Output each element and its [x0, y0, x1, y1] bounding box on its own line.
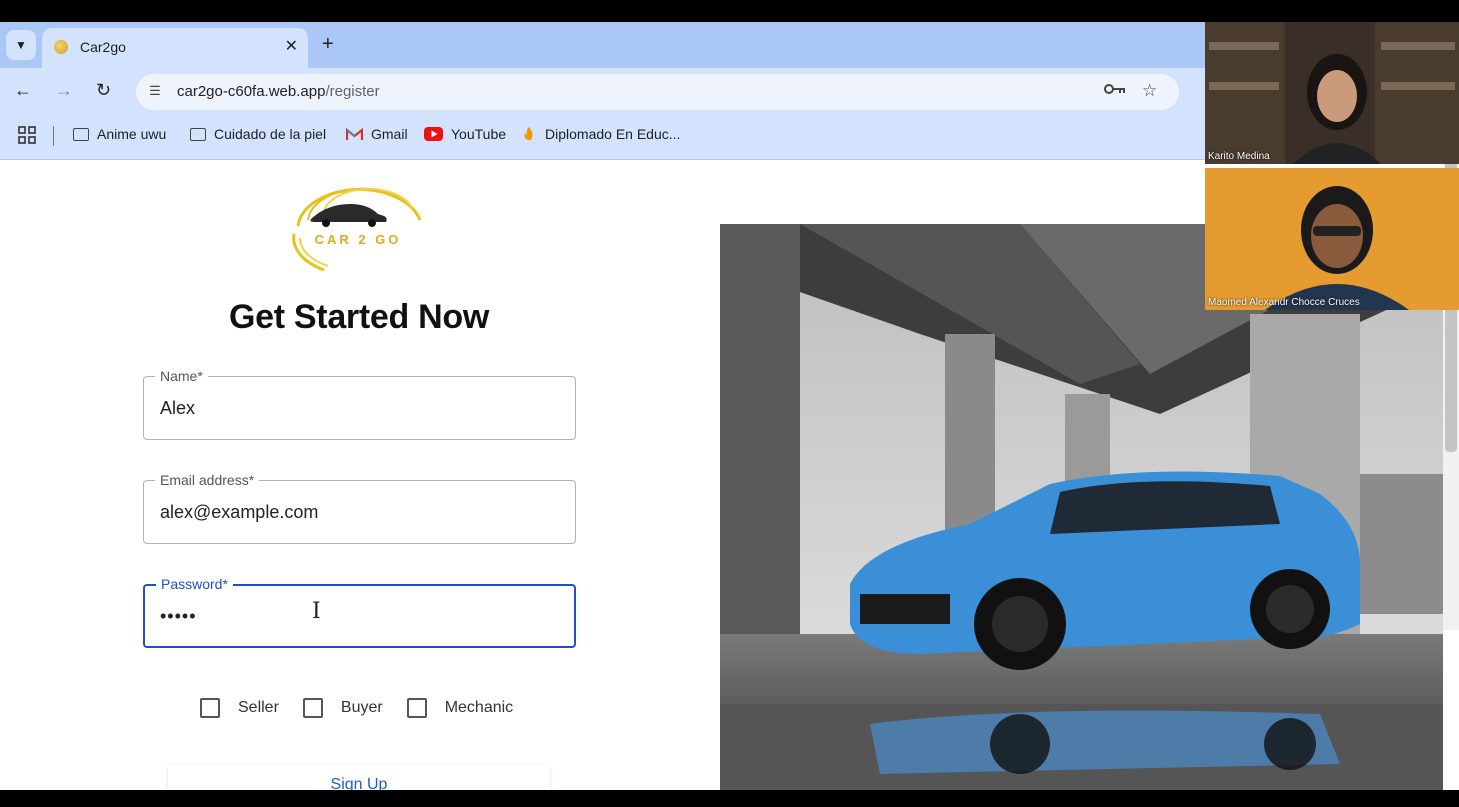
role-label: Seller — [238, 699, 279, 716]
tab-car2go[interactable]: Car2go ✕ — [42, 28, 308, 68]
url-text[interactable]: car2go-c60fa.web.app/register — [177, 83, 380, 100]
bookmark-youtube[interactable]: YouTube — [424, 126, 506, 142]
text-cursor-icon: I — [312, 599, 321, 624]
password-field[interactable]: Password* ••••• — [143, 576, 576, 648]
email-label: Email address* — [155, 472, 260, 488]
url-host: car2go-c60fa.web.app — [177, 83, 326, 100]
email-input[interactable]: alex@example.com — [160, 502, 318, 523]
folder-icon — [73, 127, 89, 141]
bookmark-label: Gmail — [371, 126, 408, 142]
participant-video — [1205, 22, 1459, 164]
video-tile-1: Karito Medina — [1205, 22, 1459, 164]
email-field[interactable]: Email address* alex@example.com — [143, 472, 576, 544]
apps-icon[interactable] — [18, 126, 36, 144]
page-title: Get Started Now — [229, 298, 489, 336]
car2go-logo: CAR 2 GO — [288, 182, 430, 274]
name-label: Name* — [155, 368, 208, 384]
participant-video — [1205, 168, 1459, 310]
password-label: Password* — [156, 576, 233, 592]
forward-button[interactable]: → — [55, 80, 73, 101]
browser-chrome: ▼ Car2go ✕ + ← → ↻ ☰ car2go-c60fa.web.ap… — [0, 22, 1205, 160]
diplomado-icon — [524, 127, 533, 141]
favicon-icon — [54, 40, 68, 54]
video-tile-2: Maomed Alexandr Chocce Cruces — [1205, 168, 1459, 310]
bookmark-diplomado[interactable]: Diplomado En Educ... — [521, 126, 680, 142]
bookmark-anime-uwu[interactable]: Anime uwu — [73, 126, 166, 142]
bookmark-star-icon[interactable]: ☆ — [1142, 81, 1157, 101]
role-checkboxes: Seller Buyer Mechanic — [200, 698, 513, 718]
chevron-down-icon: ▼ — [15, 38, 27, 52]
participant-name: Karito Medina — [1208, 151, 1270, 162]
bookmark-cuidado-de-la-piel[interactable]: Cuidado de la piel — [190, 126, 326, 142]
seller-checkbox[interactable] — [200, 698, 220, 718]
tab-search-button[interactable]: ▼ — [6, 30, 36, 60]
role-buyer[interactable]: Buyer — [302, 698, 383, 718]
address-bar[interactable]: ☰ car2go-c60fa.web.app/register ☆ — [136, 74, 1179, 110]
sign-up-button[interactable]: Sign Up — [168, 764, 550, 790]
reload-button[interactable]: ↻ — [96, 80, 111, 101]
key-icon[interactable] — [1104, 81, 1126, 101]
youtube-icon — [424, 127, 443, 141]
participant-name: Maomed Alexandr Chocce Cruces — [1208, 297, 1360, 308]
name-input[interactable]: Alex — [160, 398, 195, 419]
role-label: Mechanic — [444, 699, 514, 716]
logo-text: CAR 2 GO — [315, 232, 402, 247]
name-field[interactable]: Name* Alex — [143, 368, 576, 440]
buyer-checkbox[interactable] — [302, 698, 323, 718]
back-button[interactable]: ← — [14, 80, 32, 101]
folder-icon — [190, 127, 206, 141]
tab-title: Car2go — [80, 39, 126, 55]
bookmark-gmail[interactable]: Gmail — [346, 126, 408, 142]
tab-strip: ▼ Car2go ✕ + — [0, 22, 1205, 68]
url-path: /register — [325, 83, 380, 100]
bookmark-label: YouTube — [451, 126, 507, 142]
mechanic-checkbox[interactable] — [406, 698, 427, 718]
site-settings-icon[interactable]: ☰ — [146, 82, 164, 100]
bookmark-label: Cuidado de la piel — [214, 126, 327, 142]
bookmarks-bar: Anime uwu Cuidado de la piel Gmail YouTu… — [0, 116, 1205, 156]
role-mechanic[interactable]: Mechanic — [406, 698, 514, 718]
toolbar: ← → ↻ ☰ car2go-c60fa.web.app/register ☆ — [0, 68, 1205, 116]
password-input[interactable]: ••••• — [160, 606, 197, 627]
bookmark-label: Diplomado En Educ... — [545, 126, 681, 142]
role-seller[interactable]: Seller — [200, 698, 279, 718]
new-tab-button[interactable]: + — [322, 33, 334, 56]
close-icon[interactable]: ✕ — [285, 36, 298, 56]
role-label: Buyer — [340, 699, 383, 716]
gmail-icon — [346, 127, 363, 140]
bookmark-label: Anime uwu — [97, 126, 167, 142]
bookmarks-separator — [53, 126, 54, 146]
